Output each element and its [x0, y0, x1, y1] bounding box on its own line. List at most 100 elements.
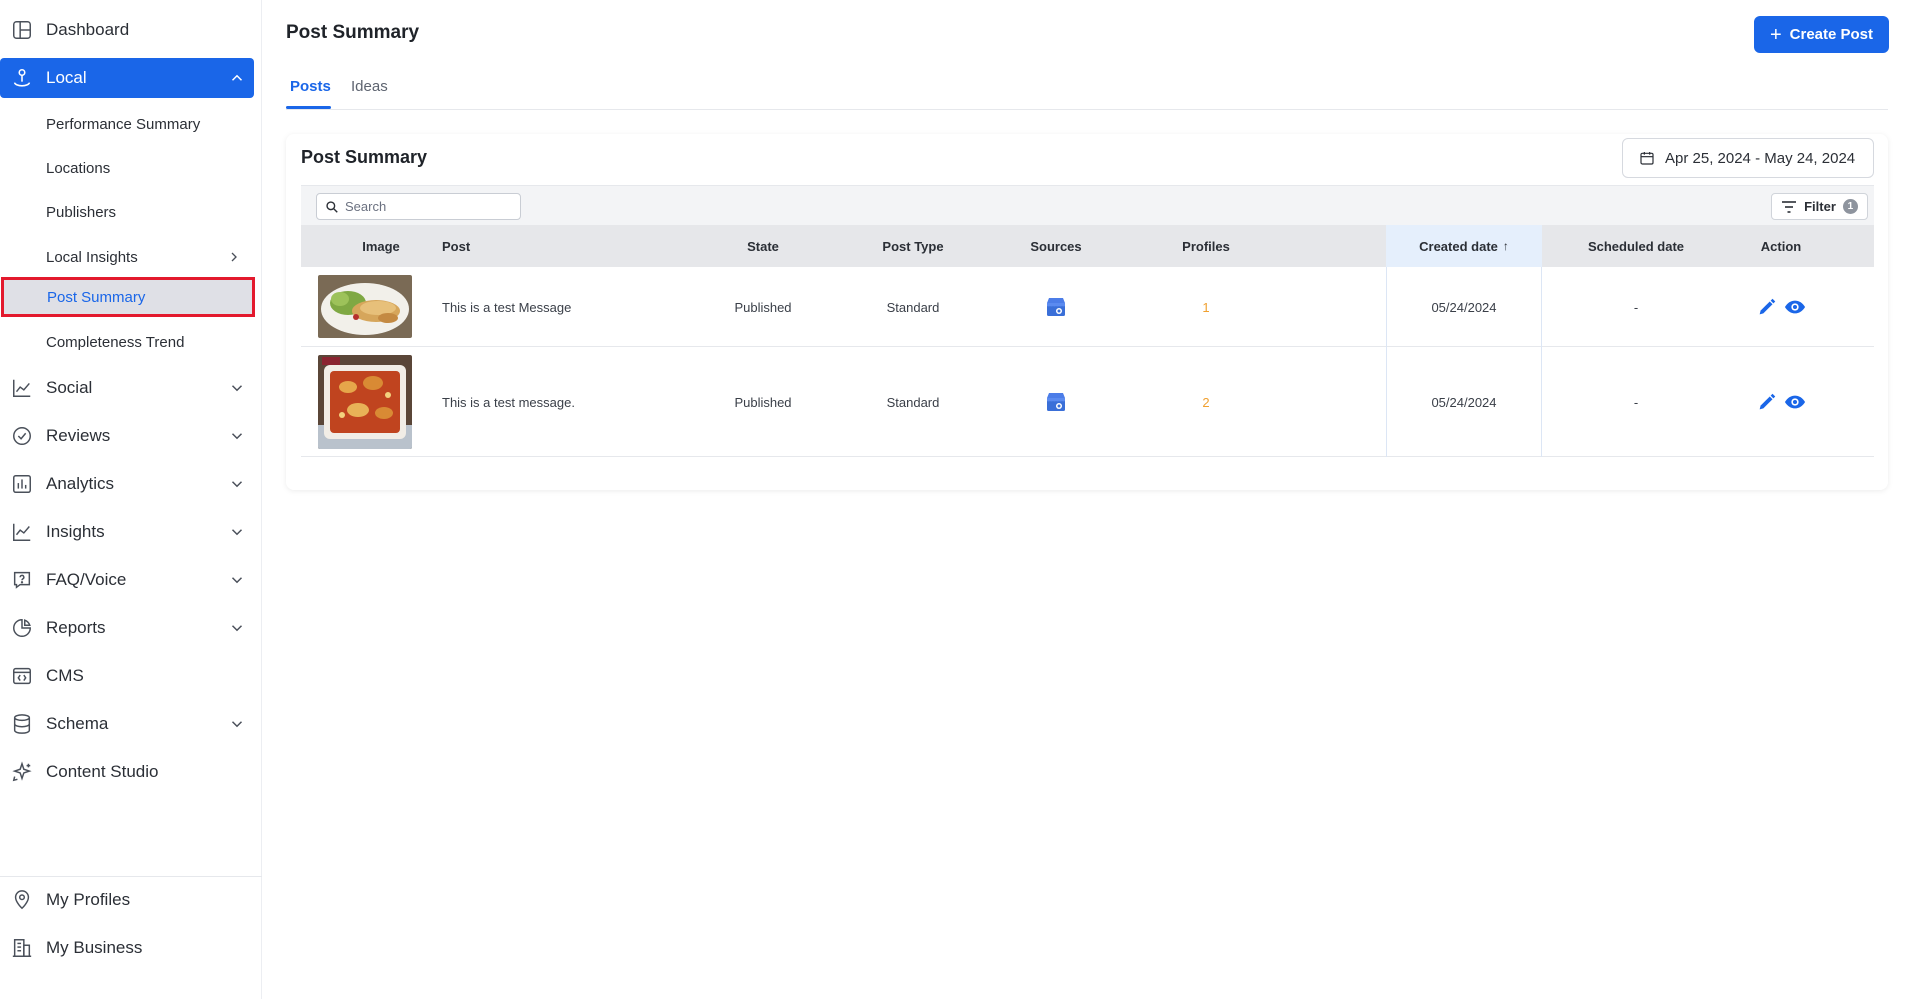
created-date: 05/24/2024 [1431, 394, 1497, 410]
code-window-icon [10, 664, 34, 688]
post-type: Standard [886, 299, 940, 315]
google-business-icon [1047, 298, 1065, 316]
create-post-button[interactable]: + Create Post [1754, 16, 1889, 53]
sidebar-item-schema[interactable]: Schema [0, 704, 254, 744]
sidebar-item-label: Insights [46, 522, 105, 541]
view-eye-icon[interactable] [1784, 391, 1806, 413]
sidebar-subitem-locations[interactable]: Locations [0, 148, 254, 188]
question-bubble-icon [10, 568, 34, 592]
sidebar-item-my-profiles[interactable]: My Profiles [0, 880, 254, 920]
column-header-action: Action [1760, 238, 1802, 254]
filter-icon [1782, 200, 1797, 213]
column-header-sources: Sources [1030, 238, 1082, 254]
sidebar-subitem-label: Performance Summary [46, 115, 201, 133]
sidebar-subitem-label: Publishers [46, 203, 117, 221]
sidebar-item-cms[interactable]: CMS [0, 656, 254, 696]
chevron-down-icon [231, 481, 243, 488]
bar-chart-icon [10, 472, 34, 496]
sidebar-item-dashboard[interactable]: Dashboard [0, 10, 254, 50]
sidebar-item-label: Social [46, 378, 93, 397]
database-icon [10, 712, 34, 736]
chevron-right-icon [231, 252, 237, 262]
sidebar-item-label: Reports [46, 618, 106, 637]
sort-ascending-icon: ↑ [1502, 239, 1509, 253]
dashboard-icon [10, 18, 34, 42]
column-header-scheduled-date[interactable]: Scheduled date [1561, 225, 1711, 267]
profiles-count[interactable]: 2 [1151, 347, 1261, 457]
post-source [1001, 347, 1111, 457]
line-chart-icon [10, 376, 34, 400]
chevron-down-icon [231, 529, 243, 536]
sidebar-subitem-performance-summary[interactable]: Performance Summary [0, 104, 254, 144]
sidebar-subitem-local-insights[interactable]: Local Insights [0, 237, 254, 277]
view-eye-icon[interactable] [1784, 296, 1806, 318]
sidebar-item-label: My Business [46, 938, 143, 957]
profiles-count[interactable]: 1 [1151, 267, 1261, 347]
card-title: Post Summary [301, 147, 428, 167]
sidebar-item-label: Schema [46, 714, 109, 733]
check-badge-icon [10, 424, 34, 448]
scheduled-date: - [1633, 394, 1639, 410]
search-box[interactable] [316, 193, 521, 220]
sidebar-subitem-post-summary[interactable]: Post Summary [1, 277, 255, 317]
table-row: This is a test Message Published Standar… [301, 267, 1874, 347]
table-toolbar [301, 185, 1874, 225]
scheduled-date: - [1633, 299, 1639, 315]
created-date: 05/24/2024 [1431, 299, 1497, 315]
sidebar-subitem-label: Locations [46, 159, 111, 177]
column-header-image: Image [362, 238, 400, 254]
sidebar-divider [0, 876, 262, 877]
filter-count-badge: 1 [1842, 199, 1858, 214]
sidebar-item-analytics[interactable]: Analytics [0, 464, 254, 504]
date-range-label: Apr 25, 2024 - May 24, 2024 [1665, 149, 1856, 167]
sidebar-item-my-business[interactable]: My Business [0, 928, 254, 968]
column-header-post: Post [442, 238, 471, 254]
filter-label: Filter [1804, 199, 1836, 214]
sidebar-subitem-completeness-trend[interactable]: Completeness Trend [0, 322, 254, 362]
sidebar-item-insights[interactable]: Insights [0, 512, 254, 552]
column-header-profiles: Profiles [1182, 238, 1230, 254]
sidebar-item-local[interactable]: Local [0, 58, 254, 98]
sidebar-item-label: My Profiles [46, 890, 131, 909]
table-row: This is a test message. Published Standa… [301, 347, 1874, 457]
page-title: Post Summary [286, 22, 420, 43]
column-header-state: State [747, 238, 779, 254]
sidebar-subitem-publishers[interactable]: Publishers [0, 192, 254, 232]
chevron-up-icon [231, 74, 243, 81]
row-actions [1731, 267, 1831, 347]
sidebar-item-reviews[interactable]: Reviews [0, 416, 254, 456]
location-pin-icon [10, 66, 34, 90]
edit-pencil-icon[interactable] [1756, 296, 1778, 318]
trend-chart-icon [10, 520, 34, 544]
filter-button[interactable]: Filter 1 [1771, 193, 1868, 220]
chevron-down-icon [231, 721, 243, 728]
sidebar-item-label: Reviews [46, 426, 111, 445]
date-range-picker[interactable]: Apr 25, 2024 - May 24, 2024 [1622, 138, 1874, 178]
chevron-down-icon [231, 433, 243, 440]
sidebar-item-faq-voice[interactable]: FAQ/Voice [0, 560, 254, 600]
tab-posts[interactable]: Posts [290, 78, 331, 95]
sidebar-item-reports[interactable]: Reports [0, 608, 254, 648]
search-input[interactable] [345, 199, 515, 214]
pie-chart-icon [10, 616, 34, 640]
sidebar-item-label: Analytics [46, 474, 115, 493]
edit-pencil-icon[interactable] [1756, 391, 1778, 413]
column-header-created-date[interactable]: Created date ↑ [1386, 225, 1542, 267]
building-icon [10, 936, 34, 960]
create-post-label: Create Post [1789, 26, 1874, 43]
sidebar-item-label: Dashboard [46, 20, 130, 39]
chevron-down-icon [231, 625, 243, 632]
sidebar-item-label: CMS [46, 666, 84, 685]
sparkle-icon [10, 760, 34, 784]
tab-ideas[interactable]: Ideas [351, 78, 388, 95]
post-text[interactable]: This is a test message. [442, 347, 575, 457]
active-tab-indicator [286, 106, 331, 109]
tab-bar: Posts Ideas [286, 76, 1888, 110]
post-type: Standard [886, 394, 940, 410]
sidebar-item-label: FAQ/Voice [46, 570, 127, 589]
sidebar-item-social[interactable]: Social [0, 368, 254, 408]
google-business-icon [1047, 393, 1065, 411]
sidebar-item-content-studio[interactable]: Content Studio [0, 752, 254, 792]
post-text[interactable]: This is a test Message [442, 267, 571, 347]
post-source [1001, 267, 1111, 347]
